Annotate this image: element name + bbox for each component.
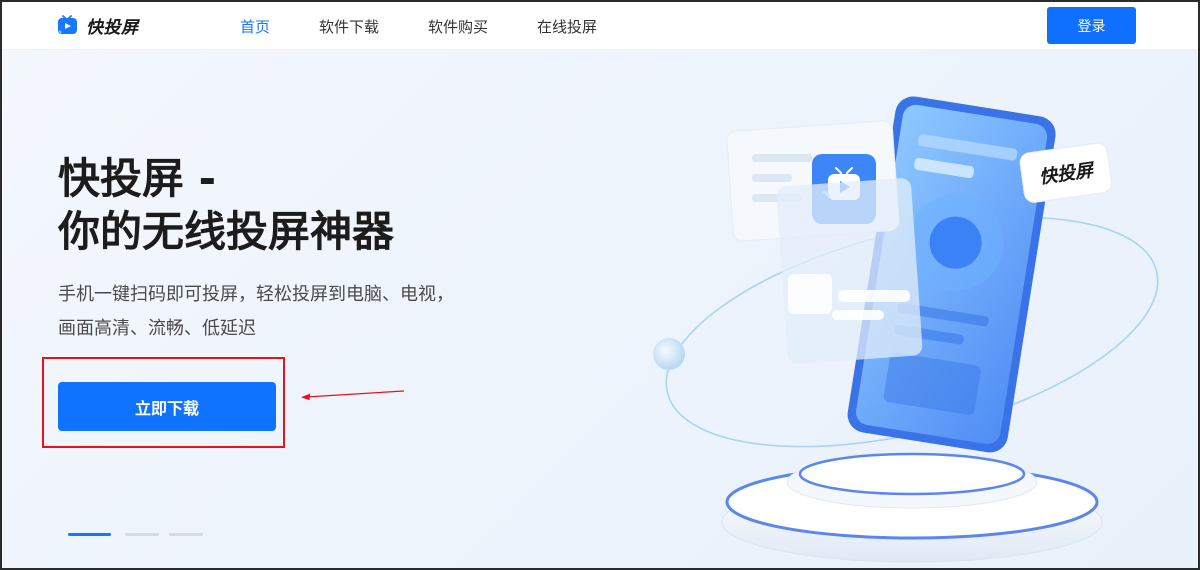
logo-text: 快投屏 (86, 17, 139, 38)
logo[interactable]: 快投屏 (56, 12, 139, 38)
hero-subtitle: 手机一键扫码即可投屏，轻松投屏到电脑、电视， 画面高清、流畅、低延迟 (58, 278, 454, 346)
login-button[interactable]: 登录 (1047, 7, 1136, 44)
hero-title-line-1: 快投屏 - (58, 154, 217, 203)
hero-title-line-2: 你的无线投屏神器 (58, 207, 395, 256)
main-nav: 首页 软件下载 软件购买 在线投屏 (240, 2, 646, 50)
carousel-dot-3[interactable] (169, 533, 203, 536)
annotation-arrow-icon (301, 390, 405, 401)
nav-item-online-cast[interactable]: 在线投屏 (537, 16, 597, 37)
top-header: 快投屏 首页 软件下载 软件购买 在线投屏 登录 (2, 2, 1198, 50)
carousel-dot-2[interactable] (125, 533, 159, 536)
nav-item-software-purchase[interactable]: 软件购买 (428, 16, 488, 37)
nav-item-software-download[interactable]: 软件下载 (319, 16, 379, 37)
orbit-ball (653, 338, 685, 370)
nav-item-home[interactable]: 首页 (240, 16, 270, 37)
cast-logo-icon (58, 15, 77, 34)
page-frame: 快投屏 首页 软件下载 软件购买 在线投屏 登录 快投屏 - 你的无线投屏神器 … (0, 0, 1200, 570)
hero-illustration: 快投屏 (653, 96, 1159, 563)
hero-subtitle-line-1: 手机一键扫码即可投屏，轻松投屏到电脑、电视， (58, 284, 454, 305)
hero-subtitle-line-2: 画面高清、流畅、低延迟 (58, 318, 256, 339)
hero-title: 快投屏 - 你的无线投屏神器 (58, 152, 394, 258)
carousel-indicators (68, 533, 213, 536)
download-now-button[interactable]: 立即下载 (58, 382, 276, 431)
carousel-dot-1[interactable] (68, 533, 111, 536)
